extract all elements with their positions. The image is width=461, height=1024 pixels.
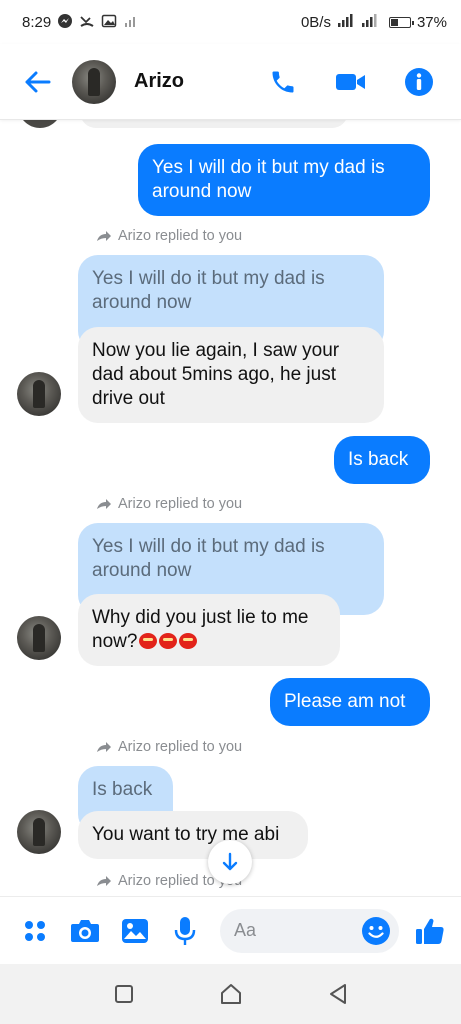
triangle-back-icon (329, 984, 346, 1004)
reply-arrow-icon (97, 231, 111, 241)
incoming-message-bubble[interactable]: Now you lie again, I saw your dad about … (78, 327, 384, 423)
message-input[interactable] (234, 920, 361, 941)
avatar (17, 372, 61, 416)
incoming-message-bubble[interactable]: You want to try me abi (78, 811, 308, 859)
reply-indicator-text: Arizo replied to you (118, 228, 243, 244)
status-time: 8:29 (22, 13, 52, 31)
thumbs-up-icon (416, 918, 444, 944)
avatar (17, 616, 61, 660)
voice-message-button[interactable] (170, 916, 200, 946)
image-notification-icon (101, 13, 117, 32)
camera-button[interactable] (70, 916, 100, 946)
back-nav-button[interactable] (323, 979, 353, 1009)
outgoing-message-bubble[interactable]: Is back (334, 436, 430, 484)
square-icon (114, 985, 133, 1003)
gallery-button[interactable] (120, 916, 150, 946)
info-button[interactable] (403, 66, 435, 98)
missed-call-icon (79, 13, 95, 32)
avatar (18, 120, 62, 128)
signal-icon-2 (361, 13, 379, 31)
message-composer (0, 896, 461, 964)
camera-icon (71, 919, 99, 942)
contact-avatar[interactable] (72, 59, 116, 104)
status-left: 8:29 (22, 13, 139, 32)
back-button[interactable] (22, 67, 52, 97)
arrow-down-icon (222, 852, 238, 871)
header-actions (267, 66, 435, 98)
home-button[interactable] (216, 979, 246, 1009)
microphone-icon (174, 916, 196, 945)
status-bar: 8:29 0B/s 37% (0, 0, 461, 44)
outgoing-message-bubble[interactable]: Please am not (270, 678, 430, 726)
contact-name[interactable]: Arizo (134, 70, 184, 93)
reply-indicator-text: Arizo replied to you (118, 496, 243, 512)
reply-indicator: Arizo replied to you (96, 496, 242, 512)
arrow-left-icon (25, 71, 51, 92)
info-icon (405, 67, 433, 96)
avatar (17, 810, 61, 854)
conversation-header: Arizo (0, 44, 461, 120)
message-input-container (220, 908, 399, 953)
video-call-button[interactable] (335, 66, 367, 98)
reply-indicator: Arizo replied to you (96, 739, 242, 755)
angry-face-emoji-icon (139, 633, 158, 649)
reply-indicator: Arizo replied to you (96, 228, 242, 244)
four-dots-icon (25, 920, 45, 941)
status-right: 0B/s 37% (300, 13, 447, 31)
message-text: Why did you just lie to me now? (92, 607, 309, 652)
recents-button[interactable] (109, 979, 139, 1009)
outgoing-message-bubble[interactable]: Yes I will do it but my dad is around no… (138, 144, 430, 216)
messenger-notification-icon (57, 13, 73, 32)
image-icon (122, 918, 148, 943)
no-signal-icon (123, 13, 139, 32)
like-button[interactable] (413, 914, 447, 948)
message-list[interactable]: Yes I will do it but my dad is around no… (0, 120, 461, 896)
reply-arrow-icon (97, 742, 111, 752)
battery-percent: 37% (416, 13, 447, 31)
home-icon (220, 984, 241, 1004)
system-navigation-bar (0, 964, 461, 1024)
emoji-icon[interactable] (361, 916, 391, 946)
more-actions-button[interactable] (20, 916, 50, 946)
signal-icon-1 (337, 13, 355, 31)
video-camera-icon (336, 73, 365, 90)
reply-arrow-icon (97, 876, 111, 886)
reply-indicator-text: Arizo replied to you (118, 739, 243, 755)
phone-icon (272, 71, 294, 92)
incoming-message-bubble[interactable] (80, 120, 348, 128)
voice-call-button[interactable] (267, 66, 299, 98)
incoming-message-bubble[interactable]: Why did you just lie to me now? (78, 594, 340, 666)
angry-face-emoji-icon (179, 633, 198, 649)
reply-arrow-icon (97, 499, 111, 509)
data-speed: 0B/s (300, 13, 331, 31)
battery-icon (388, 16, 414, 28)
angry-face-emoji-icon (159, 633, 178, 649)
scroll-to-bottom-button[interactable] (208, 840, 252, 884)
